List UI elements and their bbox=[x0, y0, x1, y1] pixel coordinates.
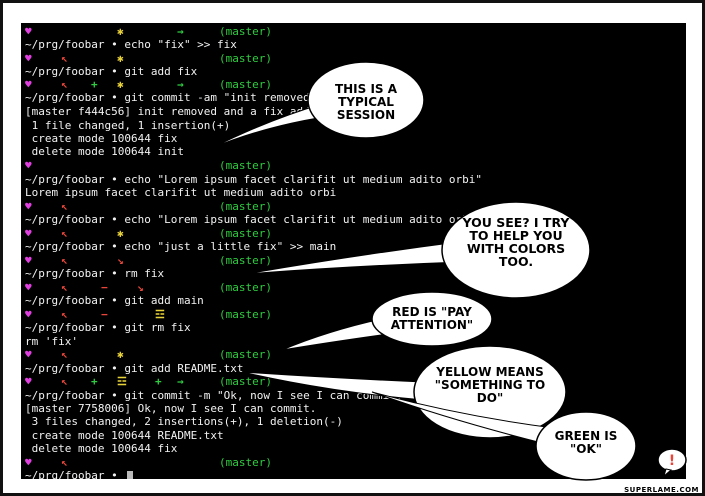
terminal-line: ~/prg/foobar • git add main bbox=[25, 294, 204, 307]
status-marker: ♥ bbox=[25, 375, 32, 388]
credit-text: SUPERLAME.COM bbox=[624, 486, 699, 494]
status-marker: ♥ bbox=[25, 159, 32, 172]
status-marker: ♥ bbox=[25, 200, 32, 213]
branch-indicator: (master) bbox=[219, 159, 272, 172]
status-marker: ♥ bbox=[25, 52, 32, 65]
branch-indicator: (master) bbox=[219, 200, 272, 213]
branch-indicator: (master) bbox=[219, 78, 272, 91]
bubble-text-green: GREEN IS "OK" bbox=[554, 429, 618, 456]
terminal-line: ~/prg/foobar • git add README.txt bbox=[25, 362, 244, 375]
status-marker: ✱ bbox=[117, 78, 124, 91]
status-marker: ✱ bbox=[117, 348, 124, 361]
terminal-line: [master f444c56] init removed and a fix … bbox=[25, 105, 324, 118]
status-marker: ↖ bbox=[61, 308, 68, 321]
bubble-text-yellow: YELLOW MEANS "SOMETHING TO DO" bbox=[434, 365, 546, 405]
status-marker: ♥ bbox=[25, 308, 32, 321]
branch-indicator: (master) bbox=[219, 254, 272, 267]
status-marker: ✱ bbox=[117, 227, 124, 240]
status-marker: ↘ bbox=[137, 281, 144, 294]
comic-panel: ♥ ✱ → (master) ♥ ↖ ✱ (master) ♥ ↖ + ✱ → (master) ♥ (mas… bbox=[0, 0, 705, 496]
branch-indicator: (master) bbox=[219, 375, 272, 388]
terminal-cursor[interactable] bbox=[127, 470, 134, 479]
status-marker: ✱ bbox=[117, 52, 124, 65]
status-marker: → bbox=[177, 25, 184, 38]
status-marker: ↖ bbox=[61, 456, 68, 469]
status-marker: ↖ bbox=[61, 254, 68, 267]
branch-indicator: (master) bbox=[219, 25, 272, 38]
terminal-line: create mode 100644 fix bbox=[25, 132, 178, 145]
branch-indicator: (master) bbox=[219, 227, 272, 240]
status-marker: ↖ bbox=[61, 281, 68, 294]
status-marker: + bbox=[155, 375, 162, 388]
status-marker: ♥ bbox=[25, 25, 32, 38]
terminal-line: ~/prg/foobar • rm fix bbox=[25, 267, 165, 280]
status-marker: ↖ bbox=[61, 227, 68, 240]
branch-indicator: (master) bbox=[219, 348, 272, 361]
status-marker: + bbox=[91, 375, 98, 388]
branch-indicator: (master) bbox=[219, 308, 272, 321]
status-marker: ♥ bbox=[25, 254, 32, 267]
terminal-line: ~/prg/foobar • echo "just a little fix" … bbox=[25, 240, 337, 253]
status-marker: ✱ bbox=[117, 25, 124, 38]
bubble-text-colors: YOU SEE? I TRY TO HELP YOU WITH COLORS T… bbox=[462, 215, 570, 269]
status-marker: ☲ bbox=[117, 375, 127, 388]
status-marker: → bbox=[177, 375, 184, 388]
status-marker: + bbox=[91, 78, 98, 91]
status-marker: ♥ bbox=[25, 227, 32, 240]
status-marker: ☲ bbox=[155, 308, 165, 321]
status-marker: ↘ bbox=[117, 254, 124, 267]
status-marker: ↖ bbox=[61, 78, 68, 91]
terminal-line: 3 files changed, 2 insertions(+), 1 dele… bbox=[25, 415, 343, 428]
terminal-line: Lorem ipsum facet clarifit ut medium adi… bbox=[25, 186, 337, 199]
terminal-line: [master 7758006] Ok, now I see I can com… bbox=[25, 402, 317, 415]
status-marker: ♥ bbox=[25, 281, 32, 294]
terminal-line: ~/prg/foobar • echo "Lorem ipsum facet c… bbox=[25, 173, 482, 186]
terminal-line: delete mode 100644 init bbox=[25, 145, 184, 158]
status-marker: ♥ bbox=[25, 348, 32, 361]
status-marker: ↖ bbox=[61, 52, 68, 65]
status-marker: ♥ bbox=[25, 456, 32, 469]
terminal-line: ~/prg/foobar • bbox=[25, 469, 134, 479]
branch-indicator: (master) bbox=[219, 52, 272, 65]
terminal-line: rm 'fix' bbox=[25, 335, 78, 348]
terminal-line: ~/prg/foobar • git commit -m "Ok, now I … bbox=[25, 389, 410, 402]
superlame-logo-icon: ! bbox=[657, 448, 687, 477]
terminal-line: delete mode 100644 fix bbox=[25, 442, 178, 455]
terminal-line: create mode 100644 README.txt bbox=[25, 429, 224, 442]
branch-indicator: (master) bbox=[219, 456, 272, 469]
status-marker: − bbox=[101, 308, 108, 321]
terminal-line: ~/prg/foobar • git add fix bbox=[25, 65, 198, 78]
status-marker: − bbox=[101, 281, 108, 294]
branch-indicator: (master) bbox=[219, 281, 272, 294]
status-marker: ↖ bbox=[61, 200, 68, 213]
status-marker: ↖ bbox=[61, 348, 68, 361]
status-marker: → bbox=[177, 78, 184, 91]
svg-text:!: ! bbox=[669, 453, 675, 469]
bubble-text-typical-session: THIS IS A TYPICAL SESSION bbox=[334, 82, 398, 122]
terminal-line: ~/prg/foobar • echo "fix" >> fix bbox=[25, 38, 237, 51]
status-marker: ♥ bbox=[25, 78, 32, 91]
bubble-text-red: RED IS "PAY ATTENTION" bbox=[390, 305, 474, 332]
terminal-line: ~/prg/foobar • git rm fix bbox=[25, 321, 191, 334]
terminal-line: 1 file changed, 1 insertion(+) bbox=[25, 119, 231, 132]
status-marker: ↖ bbox=[61, 375, 68, 388]
